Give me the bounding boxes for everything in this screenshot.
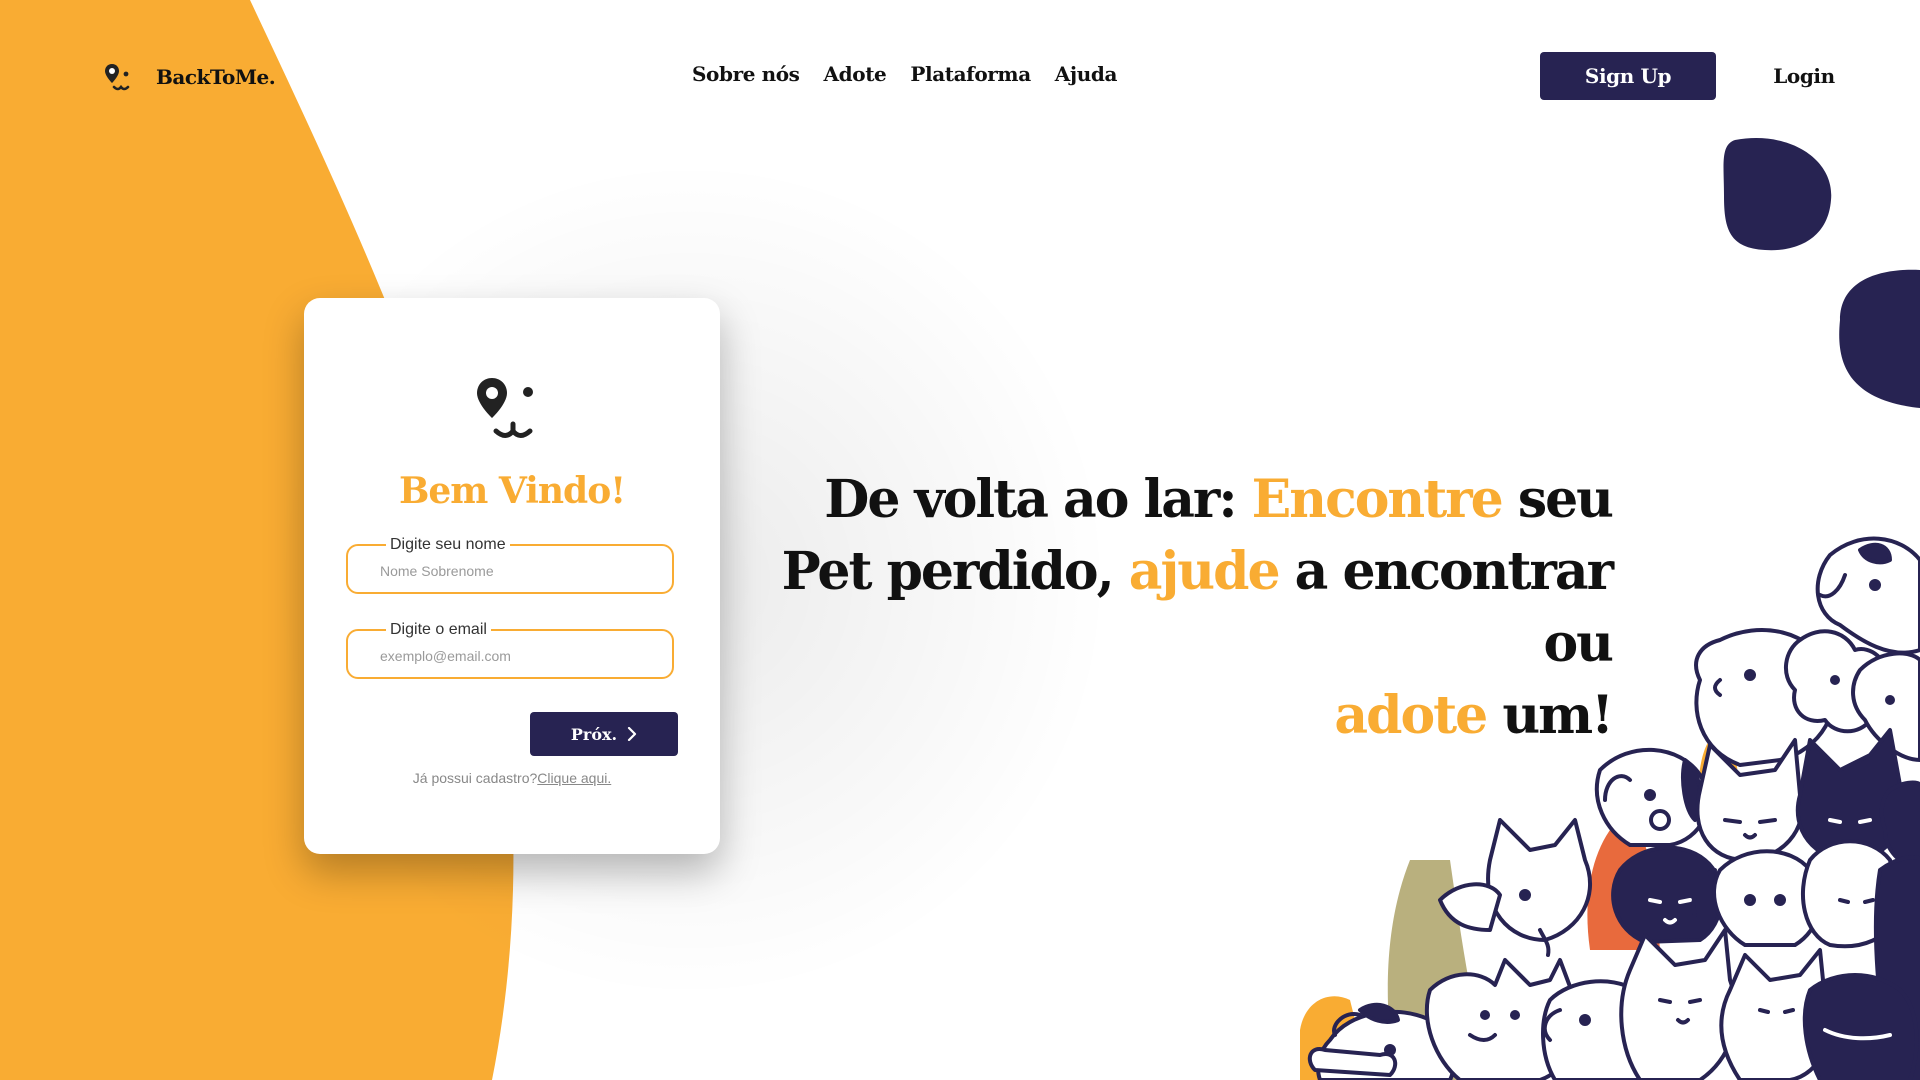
- signin-text: Já possui cadastro?: [412, 770, 538, 786]
- pin-dog-logo-icon: [477, 378, 533, 438]
- login-button[interactable]: Login: [1746, 52, 1862, 100]
- nav-ajuda[interactable]: Ajuda: [1055, 62, 1118, 86]
- headline-highlight-ajude: ajude: [1128, 541, 1281, 602]
- navy-blob-top: [1723, 138, 1832, 251]
- email-input[interactable]: [378, 635, 662, 677]
- nav-adote[interactable]: Adote: [824, 62, 887, 86]
- welcome-title: Bem Vindo!: [398, 470, 626, 512]
- chevron-right-icon: [628, 727, 637, 741]
- brand-name: BackToMe.: [156, 65, 276, 89]
- nav-sobre-nos[interactable]: Sobre nós: [692, 62, 800, 86]
- pin-dog-logo-icon: [105, 64, 130, 91]
- signup-card: Bem Vindo! Digite seu nome Digite o emai…: [304, 298, 720, 854]
- signin-note: Já possui cadastro?Clique aqui.: [304, 770, 720, 786]
- headline-part-1: De volta ao lar:: [824, 469, 1252, 530]
- headline-highlight-encontre: Encontre: [1251, 469, 1504, 530]
- name-input[interactable]: [378, 550, 662, 592]
- name-field: Digite seu nome: [346, 536, 674, 594]
- dog-crowd-illustration: [1300, 536, 1920, 1080]
- brand[interactable]: BackToMe.: [104, 60, 276, 94]
- signin-link[interactable]: Clique aqui.: [537, 770, 611, 786]
- sign-up-button[interactable]: Sign Up: [1540, 52, 1716, 100]
- next-button[interactable]: Próx.: [530, 712, 678, 756]
- main-nav: Sobre nós Adote Plataforma Ajuda: [692, 62, 1117, 86]
- email-field: Digite o email: [346, 621, 674, 679]
- nav-plataforma[interactable]: Plataforma: [910, 62, 1031, 86]
- navy-blob-right: [1839, 269, 1920, 408]
- next-button-label: Próx.: [570, 724, 618, 744]
